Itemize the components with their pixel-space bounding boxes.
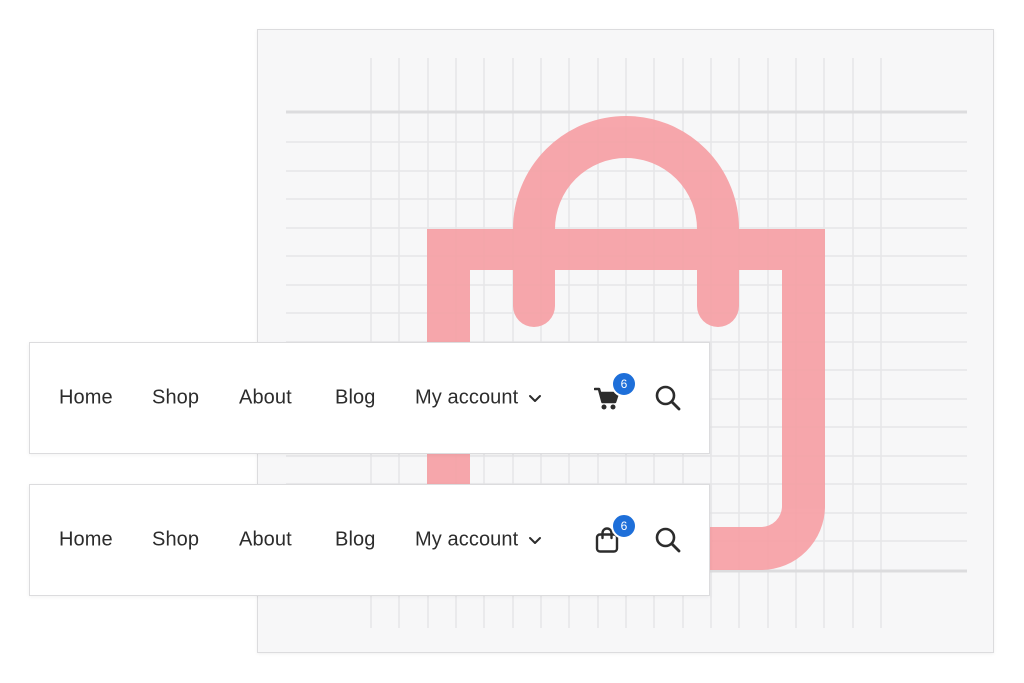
search-icon[interactable] (654, 526, 682, 554)
cart-button[interactable]: 6 (594, 371, 638, 419)
nav-link-my-account[interactable]: My account (415, 387, 542, 410)
nav-link-my-account-label: My account (415, 528, 519, 551)
chevron-down-icon (529, 394, 542, 402)
nav-link-about[interactable]: About (239, 387, 292, 410)
search-icon[interactable] (654, 384, 682, 412)
nav-link-blog[interactable]: Blog (335, 529, 375, 552)
nav-link-blog[interactable]: Blog (335, 387, 375, 410)
chevron-down-icon (529, 536, 542, 544)
nav-link-home[interactable]: Home (59, 529, 113, 552)
nav-link-about[interactable]: About (239, 529, 292, 552)
cart-count-badge: 6 (611, 513, 637, 539)
cart-count-badge: 6 (611, 371, 637, 397)
bag-button[interactable]: 6 (594, 513, 638, 561)
nav-bar-bag-variant: Home Shop About Blog My account 6 (29, 484, 710, 596)
nav-link-my-account-label: My account (415, 386, 519, 409)
nav-link-shop[interactable]: Shop (152, 529, 199, 552)
nav-link-home[interactable]: Home (59, 387, 113, 410)
nav-link-my-account[interactable]: My account (415, 529, 542, 552)
nav-bar-cart-variant: Home Shop About Blog My account 6 (29, 342, 710, 454)
nav-link-shop[interactable]: Shop (152, 387, 199, 410)
